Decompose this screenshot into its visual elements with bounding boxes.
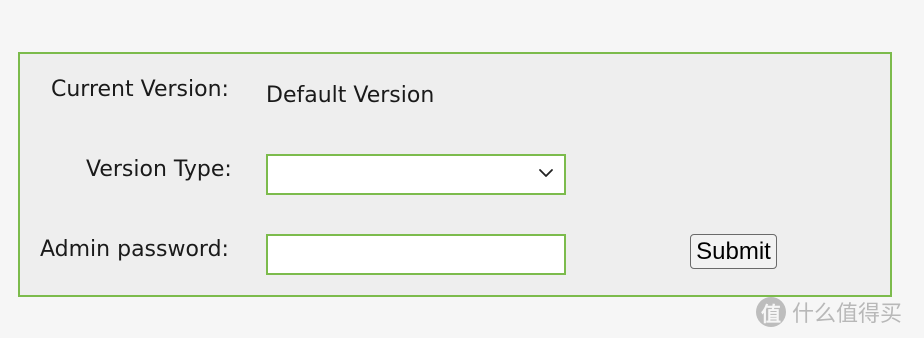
current-version-label: Current Version: xyxy=(51,77,229,102)
admin-password-label: Admin password: xyxy=(40,237,229,262)
watermark-logo-icon: 值 xyxy=(756,297,786,327)
watermark: 值 什么值得买 xyxy=(756,296,902,328)
watermark-text: 什么值得买 xyxy=(792,302,903,327)
submit-button[interactable]: Submit xyxy=(690,234,777,269)
current-version-value: Default Version xyxy=(266,83,435,108)
admin-password-input[interactable] xyxy=(266,234,566,275)
chevron-down-icon xyxy=(539,169,553,177)
version-type-label: Version Type: xyxy=(86,157,232,182)
version-type-select[interactable] xyxy=(266,154,566,195)
